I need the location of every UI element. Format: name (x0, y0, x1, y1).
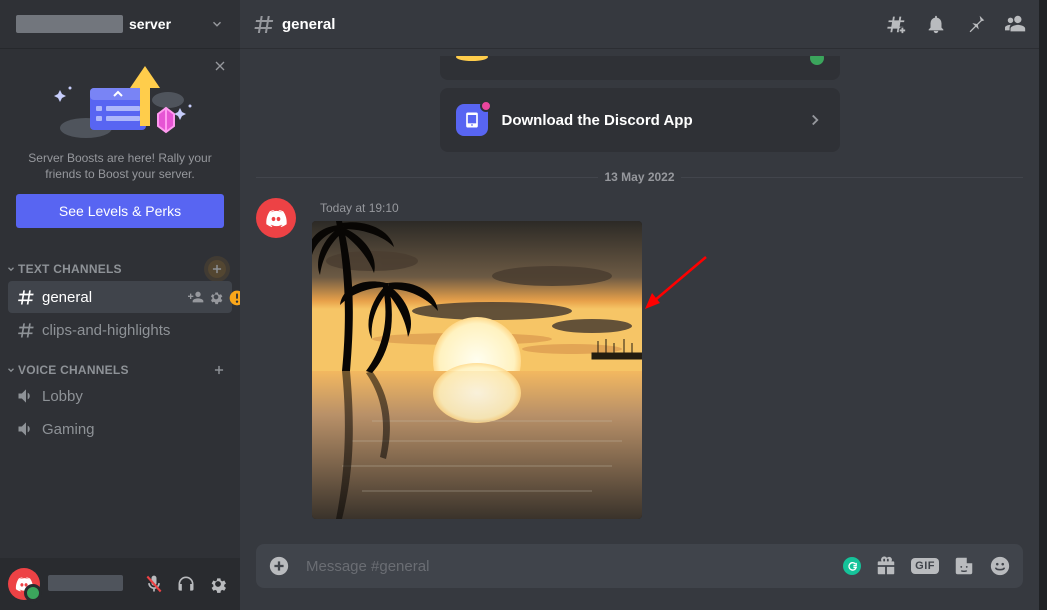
check-icon (810, 56, 824, 65)
gif-button[interactable]: GIF (911, 558, 939, 574)
emoji-button[interactable] (989, 555, 1011, 577)
channel-name: Gaming (42, 421, 224, 438)
promo-close-button[interactable] (212, 58, 228, 74)
emoji-icon (989, 555, 1011, 577)
server-name-suffix: server (129, 16, 210, 32)
server-name-redacted (16, 15, 123, 33)
bell-icon (925, 13, 947, 35)
download-app-card[interactable]: Download the Discord App (440, 88, 840, 152)
members-icon (1005, 13, 1027, 35)
mute-button[interactable] (140, 570, 168, 598)
warning-badge-icon (226, 287, 240, 309)
notifications-button[interactable] (925, 13, 947, 35)
invite-icon[interactable] (188, 289, 204, 305)
user-panel (0, 558, 240, 610)
sticker-button[interactable] (953, 555, 975, 577)
notification-badge-icon (480, 100, 492, 112)
server-header[interactable]: server (0, 0, 240, 48)
gif-label: GIF (911, 558, 939, 574)
see-levels-perks-button[interactable]: See Levels & Perks (16, 194, 224, 228)
chat-area: general (240, 0, 1047, 610)
message-scroll-area[interactable]: Download the Discord App 13 May 2022 Tod… (240, 48, 1039, 544)
member-list-button[interactable] (1005, 13, 1027, 35)
section-label: Text Channels (18, 262, 122, 276)
onboarding-card[interactable] (440, 56, 840, 80)
message-input[interactable] (304, 557, 829, 576)
discord-app-icon (456, 104, 488, 136)
pin-icon (965, 13, 987, 35)
gift-icon (875, 555, 897, 577)
channel-name: clips-and-highlights (42, 322, 224, 339)
status-online-icon (24, 584, 42, 602)
hash-icon (16, 320, 36, 340)
message-attachment-image[interactable] (312, 221, 642, 519)
promo-text: Server Boosts are here! Rally your frien… (16, 150, 224, 182)
hash-icon (252, 12, 276, 36)
plus-icon (210, 262, 224, 276)
voice-channels-header[interactable]: Voice Channels (0, 347, 240, 379)
gift-button[interactable] (875, 555, 897, 577)
channel-general[interactable]: general (8, 281, 232, 313)
attach-button[interactable] (268, 555, 290, 577)
channel-name: Lobby (42, 388, 224, 405)
topbar-channel-name: general (282, 16, 335, 33)
text-channels-header[interactable]: Text Channels (0, 244, 240, 280)
mic-muted-icon (144, 574, 164, 594)
chevron-down-icon (6, 365, 16, 375)
self-username[interactable] (48, 575, 132, 593)
close-icon (212, 58, 228, 74)
boost-promo-card: Server Boosts are here! Rally your frien… (0, 48, 240, 244)
threads-icon (885, 13, 907, 35)
speaker-icon (16, 386, 36, 406)
gear-icon (208, 574, 228, 594)
channel-topbar: general (240, 0, 1039, 48)
discord-logo-icon (264, 206, 288, 230)
divider-date-label: 13 May 2022 (598, 170, 680, 184)
chevron-down-icon (6, 264, 16, 274)
message-timestamp: Today at 19:10 (320, 201, 399, 215)
hash-icon (16, 287, 36, 307)
voice-channel-lobby[interactable]: Lobby (8, 380, 232, 412)
user-settings-button[interactable] (204, 570, 232, 598)
card-icon-partial (456, 56, 488, 61)
plus-icon (212, 363, 226, 377)
add-voice-channel-button[interactable] (212, 363, 226, 377)
pinned-messages-button[interactable] (965, 13, 987, 35)
promo-illustration (16, 64, 224, 140)
chevron-right-icon (806, 111, 824, 129)
channel-list: Text Channels general clips-and-highligh… (0, 244, 240, 558)
threads-button[interactable] (885, 13, 907, 35)
channel-clips-and-highlights[interactable]: clips-and-highlights (8, 314, 232, 346)
grammarly-icon[interactable] (843, 557, 861, 575)
sticker-icon (953, 555, 975, 577)
card-label: Download the Discord App (502, 112, 792, 129)
message-composer: GIF (240, 544, 1039, 610)
headphones-icon (176, 574, 196, 594)
chevron-down-icon (210, 17, 224, 31)
add-text-channel-button[interactable] (208, 260, 226, 278)
gear-icon[interactable] (208, 289, 224, 305)
channel-name: general (42, 289, 188, 306)
deafen-button[interactable] (172, 570, 200, 598)
message-author-avatar[interactable] (256, 198, 296, 238)
date-divider: 13 May 2022 (256, 170, 1023, 184)
self-avatar[interactable] (8, 568, 40, 600)
channel-sidebar: server (0, 0, 240, 610)
message-item: Today at 19:10 (240, 192, 1039, 523)
plus-circle-icon (268, 555, 290, 577)
section-label: Voice Channels (18, 363, 129, 377)
speaker-icon (16, 419, 36, 439)
voice-channel-gaming[interactable]: Gaming (8, 413, 232, 445)
